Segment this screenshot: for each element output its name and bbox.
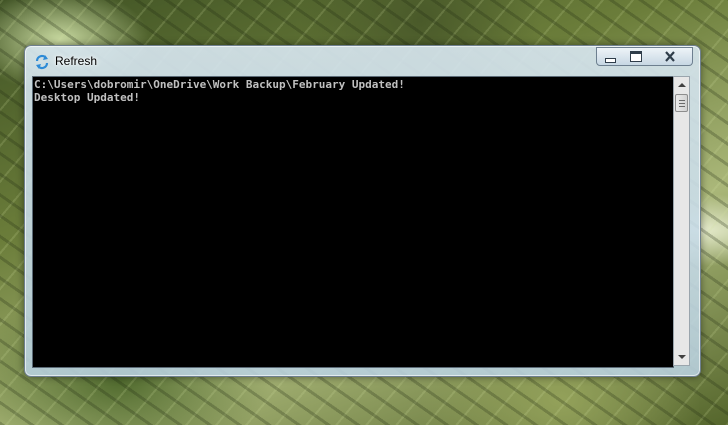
restore-button[interactable] (623, 47, 649, 66)
restore-icon (629, 51, 642, 62)
arrow-up-icon (677, 83, 686, 87)
window-title: Refresh (55, 54, 98, 68)
console-output-area[interactable]: C:\Users\dobromir\OneDrive\Work Backup\F… (32, 76, 674, 368)
minimize-button[interactable] (596, 47, 624, 66)
vertical-scrollbar[interactable] (673, 76, 690, 366)
minimize-icon (604, 57, 616, 63)
console-line: Desktop Updated! (34, 91, 140, 104)
close-button[interactable] (648, 47, 693, 66)
scroll-up-button[interactable] (674, 77, 689, 93)
refresh-icon (34, 54, 50, 70)
arrow-down-icon (677, 355, 686, 359)
scroll-thumb[interactable] (675, 94, 688, 112)
console-line: C:\Users\dobromir\OneDrive\Work Backup\F… (34, 78, 405, 91)
scroll-down-button[interactable] (674, 349, 689, 365)
console-window[interactable]: Refresh C:\Users\dobromir\OneDrive\Work … (24, 45, 701, 377)
title-bar[interactable]: Refresh (25, 46, 700, 76)
console-text: C:\Users\dobromir\OneDrive\Work Backup\F… (34, 78, 405, 104)
close-icon (665, 51, 675, 62)
